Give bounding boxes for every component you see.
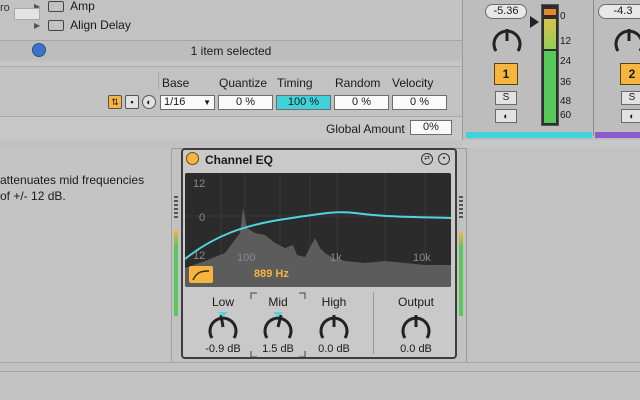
track1-volume[interactable]: -5.36 [485, 4, 527, 19]
output-value[interactable]: 0.0 dB [386, 343, 446, 355]
high-label: High [321, 295, 347, 309]
global-amount-field[interactable]: 0% [410, 120, 452, 135]
track1-meter[interactable] [541, 4, 559, 126]
eq-curve-graph: 12 0 12 100 1k 10k [185, 173, 451, 287]
device-title[interactable]: Channel EQ [205, 153, 273, 167]
browser-partial-label: ro [0, 2, 10, 14]
header-base: Base [162, 76, 190, 90]
divider [158, 72, 159, 90]
high-knob[interactable] [317, 310, 351, 344]
save-groove-icon[interactable]: ▪ [125, 95, 139, 109]
high-value[interactable]: 0.0 dB [304, 343, 364, 355]
device-output-meter [459, 232, 463, 316]
track2-volume[interactable]: -4.3 [598, 4, 640, 19]
divider [0, 116, 462, 117]
mid-value[interactable]: 1.5 dB [248, 343, 308, 355]
browser-item-label: Align Delay [70, 18, 131, 32]
info-view-text: attenuates mid frequencies of +/- 12 dB. [0, 173, 145, 203]
meter-scale-12: 12 [560, 36, 572, 47]
meter-scale-60: 60 [560, 110, 572, 121]
hotswap-icon[interactable] [32, 43, 46, 57]
track1-solo-button[interactable]: S [495, 91, 517, 105]
save-preset-icon[interactable]: ▪ [438, 153, 450, 165]
track1-monitor-icon[interactable]: ◐ [495, 109, 517, 123]
random-field[interactable]: 0 % [334, 95, 389, 110]
chevron-down-icon: ▼ [203, 98, 211, 107]
low-label: Low [211, 295, 234, 309]
low-knob[interactable] [206, 310, 240, 344]
track2-solo-button[interactable]: S [621, 91, 640, 105]
device-drop-area[interactable] [466, 148, 640, 362]
meter-scale-48: 48 [560, 96, 572, 107]
db-label-bottom: 12 [193, 250, 205, 262]
device-input-meter [174, 230, 178, 316]
track1-color-strip [466, 132, 592, 138]
commit-groove-icon[interactable]: ◐ [142, 95, 156, 109]
track2-color-strip [595, 132, 640, 138]
browser-status-bar: 1 item selected [0, 40, 462, 60]
track2-pan-knob[interactable] [612, 24, 640, 58]
spectrum-area [185, 208, 451, 287]
timing-field[interactable]: 100 % [276, 95, 331, 110]
velocity-field[interactable]: 0 % [392, 95, 447, 110]
divider [0, 66, 462, 67]
expand-triangle-icon[interactable]: ▶ [34, 21, 40, 30]
low-value[interactable]: -0.9 dB [193, 343, 253, 355]
track1-activator-button[interactable]: 1 [494, 63, 518, 85]
mid-knob[interactable] [261, 310, 295, 344]
highpass-curve-icon [192, 270, 210, 281]
frequency-readout[interactable]: 889 Hz [254, 268, 289, 280]
header-velocity: Velocity [392, 76, 434, 90]
browser-item-align-delay[interactable]: ▶ Align Delay [34, 16, 131, 34]
freq-label-1k: 1k [330, 252, 342, 264]
status-bar [0, 362, 640, 400]
drag-ghost [14, 8, 40, 20]
header-random: Random [335, 76, 381, 90]
db-label-mid: 0 [199, 212, 205, 224]
device-power-button[interactable] [186, 152, 199, 165]
meter-scale-24: 24 [560, 56, 572, 67]
header-quantize: Quantize [219, 76, 268, 90]
hot-swap-groove-icon[interactable]: ⇅ [108, 95, 122, 109]
volume-fader-pointer-icon[interactable] [530, 16, 539, 28]
freq-label-100: 100 [237, 252, 255, 264]
browser-item-label: Amp [70, 0, 95, 13]
output-label: Output [397, 295, 435, 309]
device-icon [48, 19, 65, 31]
eq-spectrum-display[interactable]: 12 0 12 100 1k 10k [185, 173, 451, 287]
quantize-field[interactable]: 0 % [218, 95, 273, 110]
base-select[interactable]: 1/16 ▼ [160, 95, 215, 110]
spacer [0, 140, 462, 148]
track2-monitor-icon[interactable]: ◐ [621, 109, 640, 123]
track1-pan-knob[interactable] [490, 24, 524, 58]
folder-icon [48, 0, 65, 12]
db-label-top: 12 [193, 178, 205, 190]
track2-activator-button[interactable]: 2 [620, 63, 640, 85]
output-knob[interactable] [399, 310, 433, 344]
meter-scale-0: 0 [560, 11, 566, 22]
selection-status: 1 item selected [190, 44, 272, 58]
freq-label-10k: 10k [413, 252, 431, 264]
meter-scale-36: 36 [560, 77, 572, 88]
browser-item-amp[interactable]: ▶ Amp [34, 0, 95, 15]
global-amount-label: Global Amount [326, 122, 405, 136]
hot-swap-icon[interactable]: ⇄ [421, 153, 433, 165]
divider [373, 292, 374, 354]
header-timing: Timing [277, 76, 313, 90]
highpass-filter-button[interactable] [189, 266, 213, 283]
